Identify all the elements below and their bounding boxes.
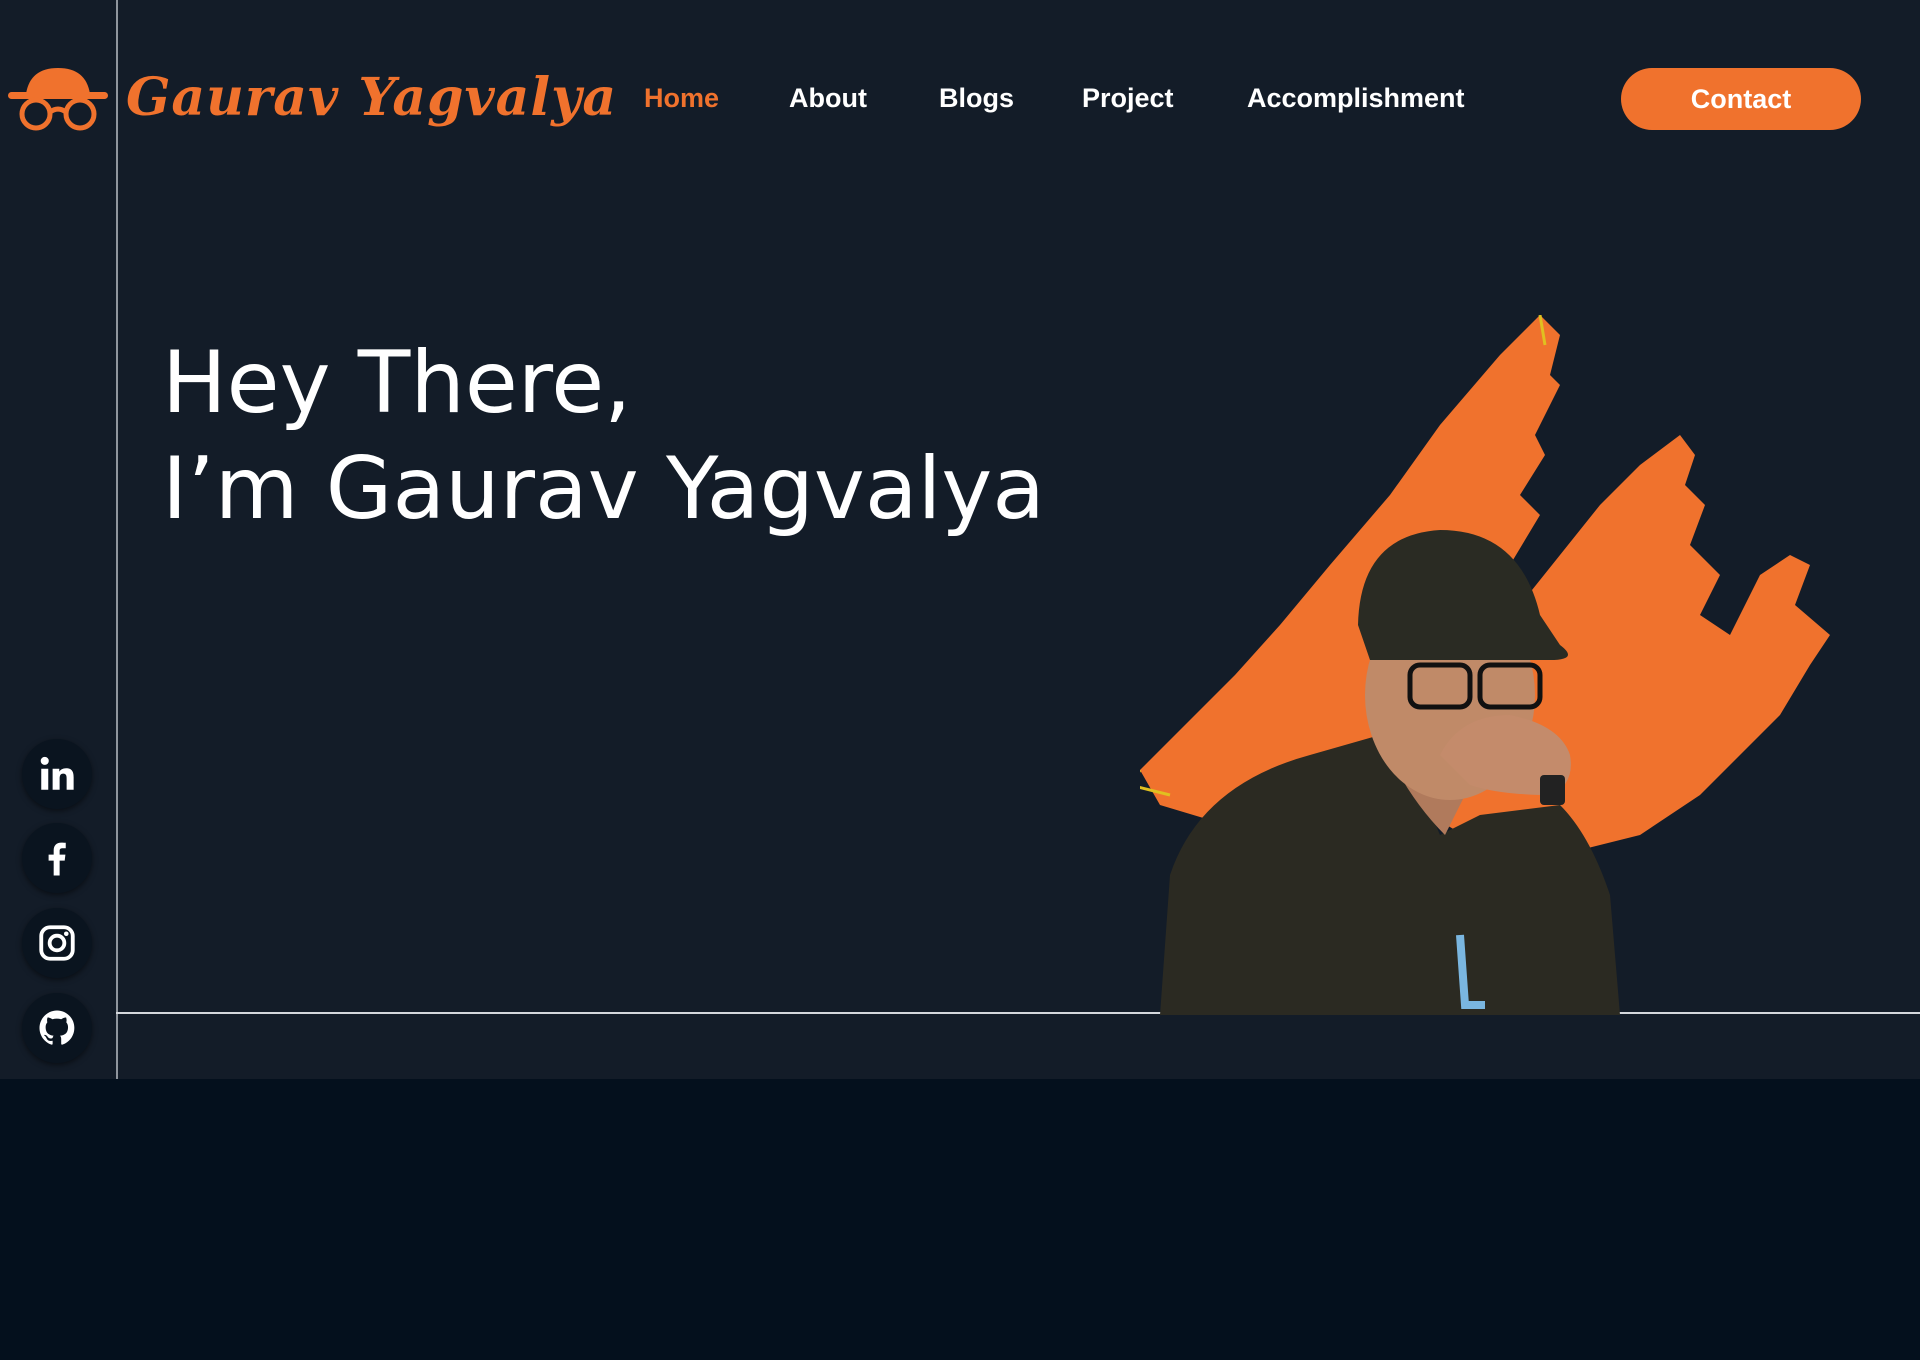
- github-icon: [39, 1010, 75, 1045]
- nav-about[interactable]: About: [789, 82, 867, 114]
- facebook-icon: [48, 842, 66, 876]
- logo[interactable]: Gaurav Yagvalya: [6, 62, 617, 134]
- nav-project[interactable]: Project: [1082, 82, 1174, 114]
- vertical-divider: [116, 0, 118, 1079]
- facebook-link[interactable]: [22, 823, 92, 893]
- github-link[interactable]: [22, 993, 92, 1063]
- nav-home[interactable]: Home: [644, 82, 719, 114]
- linkedin-icon: [40, 756, 74, 790]
- hero-greeting: Hey There,: [162, 333, 632, 433]
- linkedin-link[interactable]: [22, 739, 92, 809]
- nav-accomplishment[interactable]: Accomplishment: [1247, 82, 1465, 114]
- instagram-link[interactable]: [22, 908, 92, 978]
- contact-button[interactable]: Contact: [1621, 68, 1861, 130]
- instagram-icon: [39, 925, 75, 961]
- hero-headline: Hey There, I’m Gaurav Yagvalya: [162, 330, 1045, 542]
- hero-section: Gaurav Yagvalya Home About Blogs Project…: [0, 0, 1920, 1079]
- hero-name: I’m Gaurav Yagvalya: [162, 439, 1046, 539]
- hat-glasses-icon: [8, 68, 108, 131]
- brand-name: Gaurav Yagvalya: [126, 67, 618, 128]
- nav-blogs[interactable]: Blogs: [939, 82, 1014, 114]
- profile-photo: [1140, 315, 1830, 1015]
